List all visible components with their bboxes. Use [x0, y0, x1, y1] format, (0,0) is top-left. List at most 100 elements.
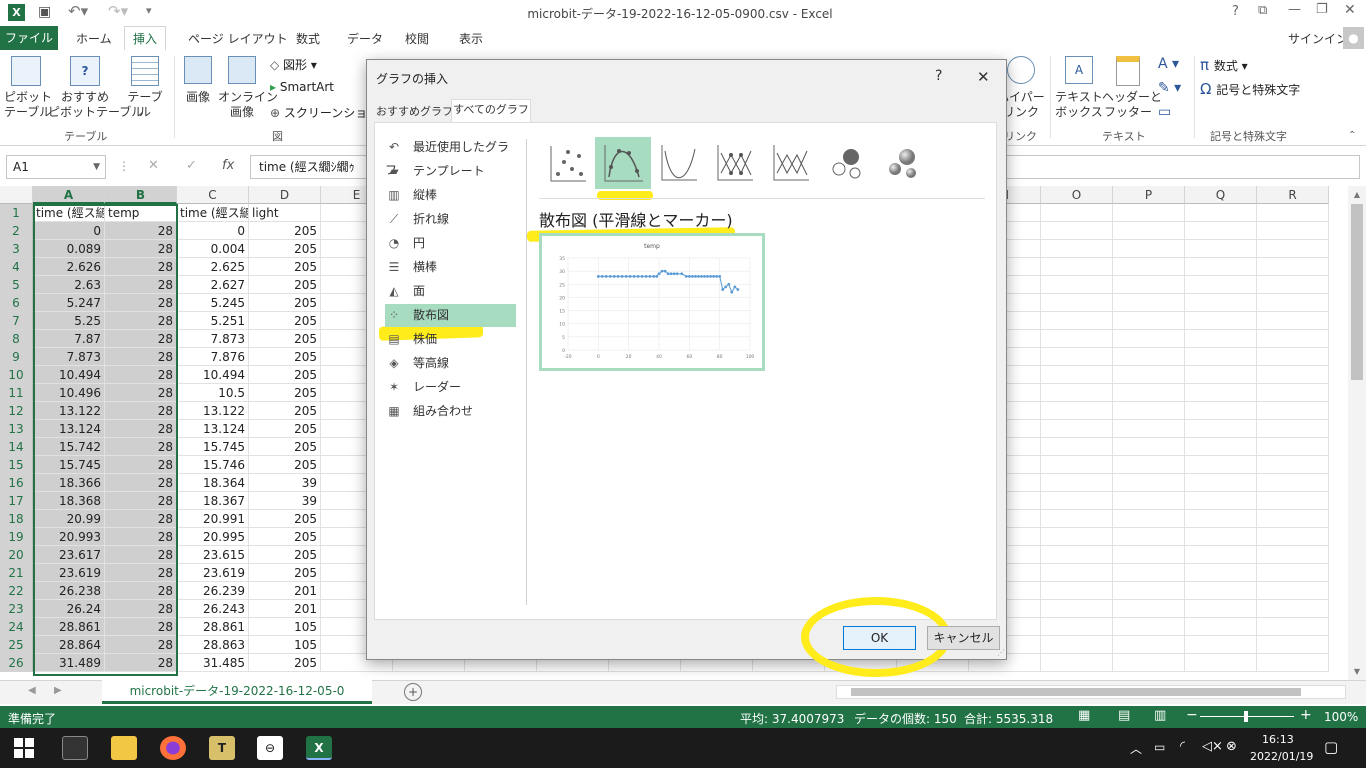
- scatter-smooth-markers-icon[interactable]: [595, 137, 651, 189]
- recommended-pivot-button[interactable]: ? おすすめ ピボットテーブル: [48, 56, 143, 120]
- cell-r11[interactable]: [1257, 384, 1329, 402]
- volume-icon[interactable]: ◁×: [1202, 739, 1223, 754]
- cell-a2[interactable]: 0: [33, 222, 105, 240]
- cell-a9[interactable]: 7.873: [33, 348, 105, 366]
- cancel-button[interactable]: キャンセル: [927, 626, 1000, 650]
- cell-o1[interactable]: [1041, 204, 1113, 222]
- chart-category-item[interactable]: ⁘ 散布図: [385, 304, 517, 327]
- cell-o19[interactable]: [1041, 528, 1113, 546]
- quick-access-customize-icon[interactable]: ▾: [146, 4, 152, 17]
- cell-d10[interactable]: 205: [249, 366, 321, 384]
- chart-category-item[interactable]: ▰ テンプレート: [385, 160, 517, 183]
- cell-d24[interactable]: 105: [249, 618, 321, 636]
- equation-button[interactable]: π 数式 ▾: [1200, 56, 1248, 74]
- image-button[interactable]: 画像: [180, 56, 216, 105]
- cell-a15[interactable]: 15.745: [33, 456, 105, 474]
- column-header-o[interactable]: O: [1041, 186, 1113, 204]
- cell-a3[interactable]: 0.089: [33, 240, 105, 258]
- row-header[interactable]: 16: [0, 474, 33, 492]
- cell-c4[interactable]: 2.625: [177, 258, 249, 276]
- cell-d5[interactable]: 205: [249, 276, 321, 294]
- cell-q15[interactable]: [1185, 456, 1257, 474]
- insert-function-icon[interactable]: fx: [222, 158, 234, 173]
- cell-r9[interactable]: [1257, 348, 1329, 366]
- excel-taskbar-icon[interactable]: X: [306, 736, 332, 760]
- cell-o7[interactable]: [1041, 312, 1113, 330]
- cell-d21[interactable]: 205: [249, 564, 321, 582]
- cell-q22[interactable]: [1185, 582, 1257, 600]
- cell-o17[interactable]: [1041, 492, 1113, 510]
- chart-category-item[interactable]: ✶ レーダー: [385, 376, 517, 399]
- cell-a1[interactable]: time (經ス縺: [33, 204, 105, 222]
- cell-o2[interactable]: [1041, 222, 1113, 240]
- scroll-thumb[interactable]: [851, 688, 1301, 696]
- wifi-icon[interactable]: ◜: [1180, 739, 1185, 754]
- row-header[interactable]: 23: [0, 600, 33, 618]
- cell-a12[interactable]: 13.122: [33, 402, 105, 420]
- cell-o11[interactable]: [1041, 384, 1113, 402]
- cell-a5[interactable]: 2.63: [33, 276, 105, 294]
- cell-p21[interactable]: [1113, 564, 1185, 582]
- cell-d16[interactable]: 39: [249, 474, 321, 492]
- cell-o24[interactable]: [1041, 618, 1113, 636]
- scatter-straight-markers-icon[interactable]: [715, 143, 755, 183]
- chart-category-item[interactable]: ▤ 株価: [385, 328, 517, 351]
- cell-c5[interactable]: 2.627: [177, 276, 249, 294]
- cell-q23[interactable]: [1185, 600, 1257, 618]
- cell-p22[interactable]: [1113, 582, 1185, 600]
- cell-o22[interactable]: [1041, 582, 1113, 600]
- cell-q9[interactable]: [1185, 348, 1257, 366]
- cell-r19[interactable]: [1257, 528, 1329, 546]
- cell-a22[interactable]: 26.238: [33, 582, 105, 600]
- signature-icon[interactable]: ✎ ▾: [1158, 80, 1181, 96]
- row-header[interactable]: 2: [0, 222, 33, 240]
- cell-q5[interactable]: [1185, 276, 1257, 294]
- cell-a16[interactable]: 18.366: [33, 474, 105, 492]
- dialog-help-button[interactable]: ?: [935, 68, 942, 84]
- notification-icon[interactable]: ▢: [1324, 738, 1338, 756]
- cell-r14[interactable]: [1257, 438, 1329, 456]
- cell-p11[interactable]: [1113, 384, 1185, 402]
- cell-b21[interactable]: 28: [105, 564, 177, 582]
- file-explorer-icon[interactable]: [111, 736, 137, 760]
- cell-r18[interactable]: [1257, 510, 1329, 528]
- cell-a11[interactable]: 10.496: [33, 384, 105, 402]
- cell-c20[interactable]: 23.615: [177, 546, 249, 564]
- cell-p19[interactable]: [1113, 528, 1185, 546]
- row-header[interactable]: 15: [0, 456, 33, 474]
- cell-d12[interactable]: 205: [249, 402, 321, 420]
- cell-p8[interactable]: [1113, 330, 1185, 348]
- select-all-corner[interactable]: [0, 186, 33, 204]
- cell-a17[interactable]: 18.368: [33, 492, 105, 510]
- cell-a19[interactable]: 20.993: [33, 528, 105, 546]
- scatter-smooth-lines-icon[interactable]: [659, 143, 699, 183]
- cell-q14[interactable]: [1185, 438, 1257, 456]
- tab-scroll-left-icon[interactable]: ◀: [28, 685, 36, 696]
- cell-q13[interactable]: [1185, 420, 1257, 438]
- column-header-a[interactable]: A: [33, 186, 105, 204]
- row-header[interactable]: 10: [0, 366, 33, 384]
- cell-c26[interactable]: 31.485: [177, 654, 249, 672]
- cell-b25[interactable]: 28: [105, 636, 177, 654]
- cell-b11[interactable]: 28: [105, 384, 177, 402]
- cell-c9[interactable]: 7.876: [177, 348, 249, 366]
- cell-c25[interactable]: 28.863: [177, 636, 249, 654]
- cell-p1[interactable]: [1113, 204, 1185, 222]
- cell-b9[interactable]: 28: [105, 348, 177, 366]
- scatter-straight-lines-icon[interactable]: [771, 143, 811, 183]
- cancel-entry-icon[interactable]: ✕: [148, 158, 159, 173]
- cell-o10[interactable]: [1041, 366, 1113, 384]
- cell-b10[interactable]: 28: [105, 366, 177, 384]
- chart-category-item[interactable]: ↶ 最近使用したグラフ: [385, 136, 517, 177]
- cell-p12[interactable]: [1113, 402, 1185, 420]
- cell-r25[interactable]: [1257, 636, 1329, 654]
- cell-q8[interactable]: [1185, 330, 1257, 348]
- cell-c6[interactable]: 5.245: [177, 294, 249, 312]
- cell-r21[interactable]: [1257, 564, 1329, 582]
- confirm-entry-icon[interactable]: ✓: [186, 158, 197, 173]
- row-header[interactable]: 19: [0, 528, 33, 546]
- cell-o5[interactable]: [1041, 276, 1113, 294]
- row-header[interactable]: 18: [0, 510, 33, 528]
- scroll-up-icon[interactable]: ▲: [1348, 190, 1366, 199]
- cell-b3[interactable]: 28: [105, 240, 177, 258]
